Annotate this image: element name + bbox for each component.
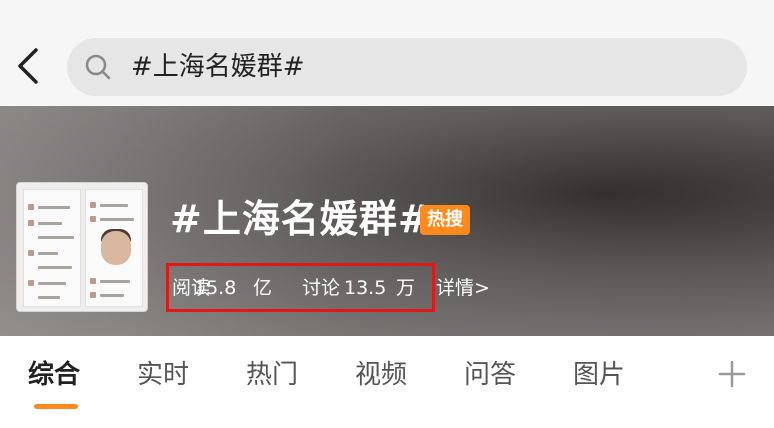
tab-qa[interactable]: 问答 [464, 358, 516, 392]
active-tab-indicator [34, 404, 78, 409]
details-link[interactable]: 详情> [436, 275, 490, 301]
stats-highlight-box [166, 263, 435, 312]
hot-search-badge: 热搜 [420, 205, 470, 235]
search-input[interactable]: #上海名媛群# [67, 38, 747, 96]
topic-title: #上海名媛群# [170, 197, 431, 241]
search-query-text: #上海名媛群# [131, 52, 305, 82]
chevron-left-icon [18, 48, 38, 84]
tab-popular[interactable]: 热门 [246, 358, 298, 392]
add-tab-button[interactable] [716, 354, 748, 394]
tab-comprehensive[interactable]: 综合 [28, 358, 80, 392]
topic-thumbnail[interactable] [16, 182, 148, 312]
topic-header-banner: #上海名媛群# 热搜 阅读 15.8 亿 讨论 13.5 万 详情> [0, 106, 774, 336]
top-navigation-bar: #上海名媛群# [0, 0, 774, 106]
tab-realtime[interactable]: 实时 [137, 358, 189, 392]
tab-images[interactable]: 图片 [573, 358, 625, 392]
tab-video[interactable]: 视频 [355, 358, 407, 392]
thumbnail-photo-face [101, 231, 131, 265]
back-button[interactable] [10, 44, 50, 88]
tab-bar: 综合 实时 热门 视频 问答 图片 [0, 336, 774, 428]
plus-icon [718, 360, 746, 388]
search-icon [85, 54, 111, 80]
thumbnail-chat-panel-left [23, 189, 81, 307]
